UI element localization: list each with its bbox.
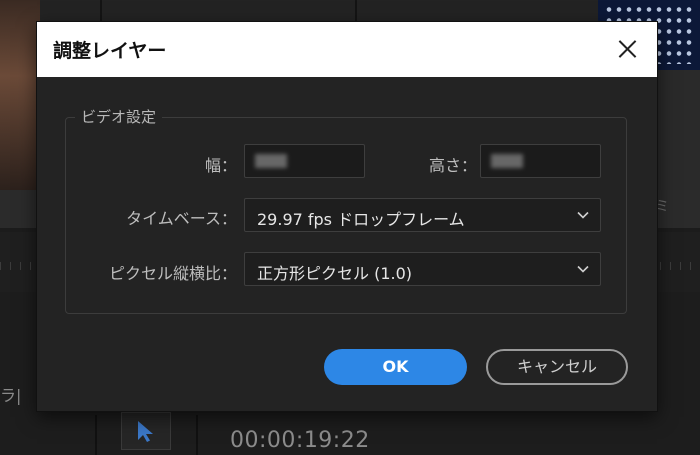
program-monitor-thumbnail bbox=[0, 0, 40, 190]
selection-tool-button[interactable] bbox=[121, 412, 171, 450]
side-panel-label: ラ| bbox=[0, 386, 22, 405]
chevron-down-icon bbox=[577, 265, 589, 273]
timecode-display: 00:00:19:22 bbox=[230, 428, 370, 453]
timebase-label: タイムベース： bbox=[126, 209, 237, 228]
height-label: 高さ： bbox=[428, 156, 477, 175]
chevron-down-icon bbox=[577, 211, 589, 219]
dialog-title: 調整レイヤー bbox=[53, 40, 167, 62]
ok-button[interactable]: OK bbox=[324, 349, 467, 385]
pixel-aspect-ratio-label: ピクセル縦横比： bbox=[108, 264, 237, 283]
height-value-redacted bbox=[491, 154, 523, 168]
panel-edge-text: ミ bbox=[655, 199, 669, 215]
video-settings-legend: ビデオ設定 bbox=[75, 106, 163, 127]
pixel-aspect-ratio-value: 正方形ピクセル (1.0) bbox=[257, 264, 413, 283]
dialog-titlebar: 調整レイヤー bbox=[37, 22, 657, 77]
selection-tool-icon bbox=[138, 421, 153, 442]
width-value-redacted bbox=[255, 154, 287, 168]
close-icon[interactable] bbox=[607, 28, 649, 70]
pixel-aspect-ratio-select[interactable]: 正方形ピクセル (1.0) bbox=[244, 252, 601, 286]
width-field[interactable] bbox=[244, 144, 365, 178]
width-label: 幅： bbox=[204, 156, 237, 175]
adjustment-layer-dialog: 調整レイヤー ビデオ設定 幅： 高さ： タイムベース： 29.97 fps ドロ… bbox=[37, 22, 657, 411]
timebase-value: 29.97 fps ドロップフレーム bbox=[257, 210, 465, 229]
timebase-select[interactable]: 29.97 fps ドロップフレーム bbox=[244, 198, 601, 232]
cancel-button[interactable]: キャンセル bbox=[486, 349, 628, 385]
height-field[interactable] bbox=[480, 144, 601, 178]
